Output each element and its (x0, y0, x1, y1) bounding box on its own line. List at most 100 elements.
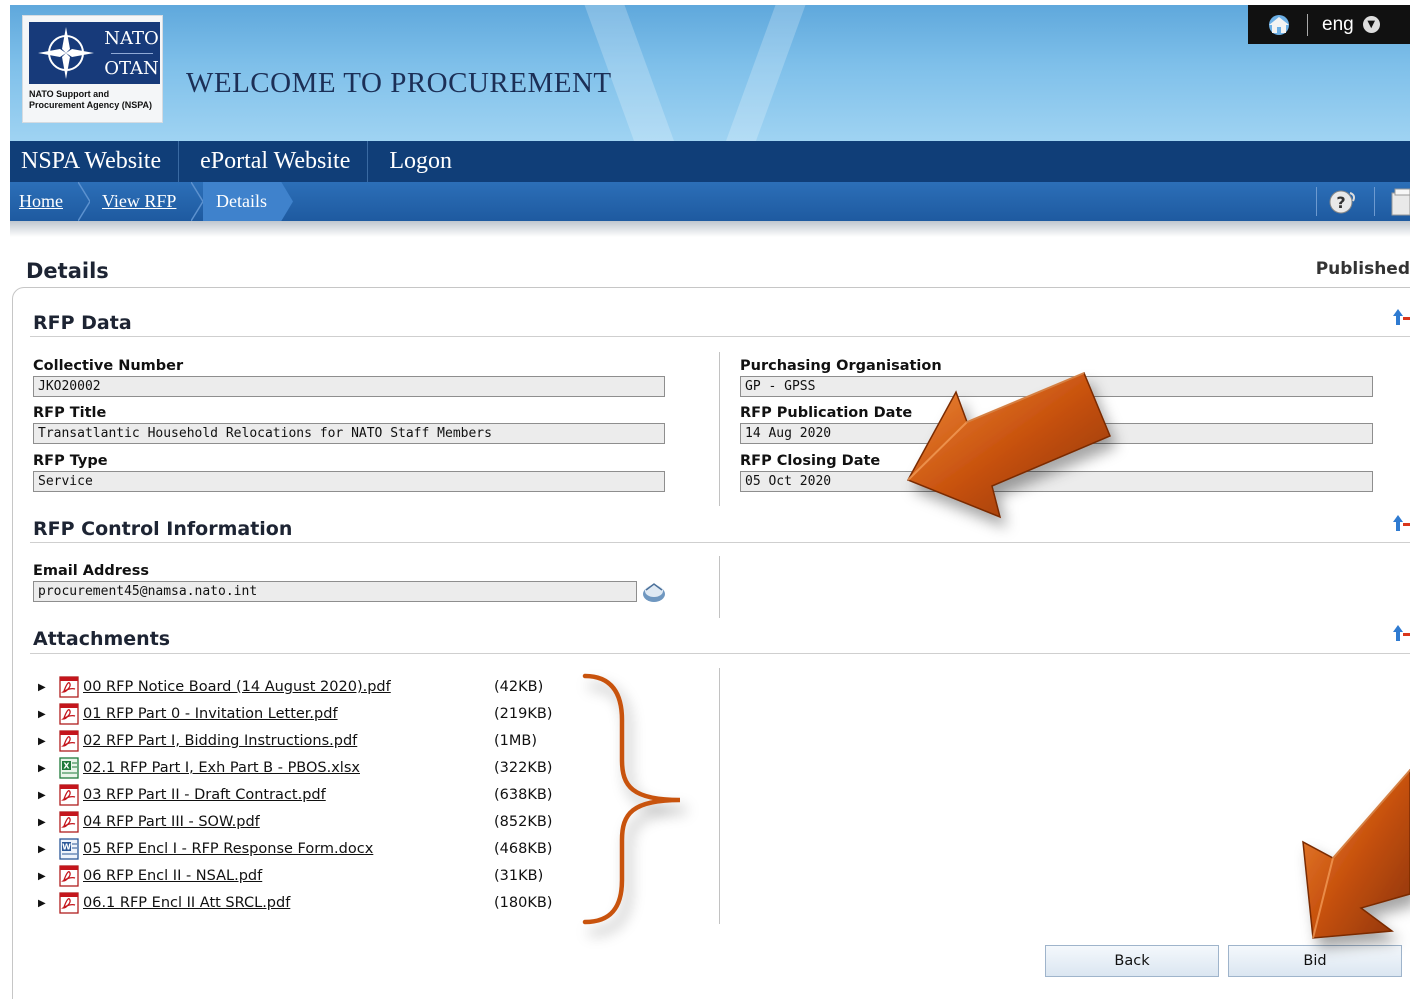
collapse-section-icon[interactable] (1392, 307, 1410, 327)
nav-logon[interactable]: Logon (367, 141, 469, 182)
purchasing-org-label: Purchasing Organisation (740, 358, 942, 374)
expand-arrow-icon[interactable]: ▶ (38, 898, 46, 909)
toolbar-separator (1374, 187, 1375, 216)
pdf-icon (58, 892, 81, 914)
attachment-link[interactable]: 01 RFP Part 0 - Invitation Letter.pdf (83, 706, 338, 722)
expand-arrow-icon[interactable]: ▶ (38, 709, 46, 720)
expand-arrow-icon[interactable]: ▶ (38, 682, 46, 693)
attachment-row[interactable]: ▶ X 02.1 RFP Part I, Exh Part B - PBOS.xls… (38, 756, 578, 780)
page-title: Details (26, 259, 109, 283)
logo-caption: NATO Support and Procurement Agency (NSP… (29, 89, 153, 110)
closing-date-label: RFP Closing Date (740, 453, 881, 469)
breadcrumb-details: Details (216, 191, 267, 211)
expand-arrow-icon[interactable]: ▶ (38, 763, 46, 774)
attachment-link[interactable]: 04 RFP Part III - SOW.pdf (83, 814, 260, 830)
attachment-row[interactable]: ▶ 03 RFP Part II - Draft Contract.pdf (638… (38, 783, 578, 807)
attachment-link[interactable]: 05 RFP Encl I - RFP Response Form.docx (83, 841, 373, 857)
attachment-size: (42KB) (494, 679, 544, 695)
attachment-link[interactable]: 03 RFP Part II - Draft Contract.pdf (83, 787, 326, 803)
collapse-section-icon[interactable] (1392, 513, 1410, 533)
collective-number-field[interactable]: JKO20002 (33, 376, 665, 397)
email-field[interactable]: procurement45@namsa.nato.int (33, 581, 637, 602)
collapse-section-icon[interactable] (1392, 623, 1410, 643)
publication-date-label: RFP Publication Date (740, 405, 913, 421)
breadcrumb-view-rfp[interactable]: View RFP (102, 182, 176, 221)
header-banner: NATO OTAN NATO Support and Procurement A… (10, 5, 1410, 141)
rfp-title-label: RFP Title (33, 405, 107, 421)
attachment-size: (1MB) (494, 733, 537, 749)
language-separator (1307, 13, 1308, 36)
attachment-link[interactable]: 06.1 RFP Encl II Att SRCL.pdf (83, 895, 290, 911)
logo-nato-text: NATO (104, 27, 159, 49)
section-heading-attachments: Attachments (33, 628, 171, 650)
send-email-icon[interactable] (640, 580, 668, 604)
bid-button[interactable]: Bid (1228, 945, 1402, 977)
breadcrumb: Home View RFP Details ? (10, 182, 1410, 221)
expand-arrow-icon[interactable]: ▶ (38, 871, 46, 882)
nspa-logo[interactable]: NATO OTAN NATO Support and Procurement A… (22, 15, 163, 123)
pdf-icon (58, 811, 81, 833)
section-heading-control-info: RFP Control Information (33, 518, 293, 540)
expand-arrow-icon[interactable]: ▶ (38, 817, 46, 828)
section-heading-rfp-data: RFP Data (33, 312, 132, 334)
expand-arrow-icon[interactable]: ▶ (38, 790, 46, 801)
attachment-size: (180KB) (494, 895, 553, 911)
back-button[interactable]: Back (1045, 945, 1219, 977)
main-nav: NSPA Website ePortal Website Logon (10, 141, 1410, 182)
attachment-size: (322KB) (494, 760, 553, 776)
publication-date-field[interactable]: 14 Aug 2020 (740, 423, 1373, 444)
attachment-row[interactable]: ▶ 00 RFP Notice Board (14 August 2020).pd… (38, 675, 578, 699)
attachment-link[interactable]: 06 RFP Encl II - NSAL.pdf (83, 868, 262, 884)
attachment-row[interactable]: ▶ 04 RFP Part III - SOW.pdf (852KB) (38, 810, 578, 834)
attachment-size: (638KB) (494, 787, 553, 803)
attachment-size: (31KB) (494, 868, 544, 884)
pdf-icon (58, 784, 81, 806)
rfp-type-field[interactable]: Service (33, 471, 665, 492)
pdf-icon (58, 730, 81, 752)
attachment-row[interactable]: ▶ 06 RFP Encl II - NSAL.pdf (31KB) (38, 864, 578, 888)
attachment-row[interactable]: ▶ 06.1 RFP Encl II Att SRCL.pdf (180KB) (38, 891, 578, 915)
nato-otan-wordmark: NATO OTAN (103, 22, 160, 84)
breadcrumb-home[interactable]: Home (19, 182, 63, 221)
site-title: WELCOME TO PROCUREMENT (186, 67, 612, 99)
banner-decoration (724, 5, 806, 141)
attachment-row[interactable]: ▶ 01 RFP Part 0 - Invitation Letter.pdf (2… (38, 702, 578, 726)
language-selector[interactable]: eng (1322, 14, 1354, 36)
column-divider (719, 668, 720, 924)
toolbar-separator (1316, 187, 1317, 216)
expand-arrow-icon[interactable]: ▶ (38, 844, 46, 855)
attachment-link[interactable]: 02 RFP Part I, Bidding Instructions.pdf (83, 733, 357, 749)
rfp-type-label: RFP Type (33, 453, 108, 469)
logo-otan-text: OTAN (104, 57, 159, 79)
attachment-size: (852KB) (494, 814, 553, 830)
attachment-row[interactable]: ▶ W 05 RFP Encl I - RFP Response Form.docx… (38, 837, 578, 861)
status-label: Published (1315, 259, 1410, 279)
svg-text:?: ? (1336, 193, 1345, 212)
nav-eportal-website[interactable]: ePortal Website (178, 141, 367, 182)
header-shadow (10, 221, 1410, 237)
svg-text:X: X (63, 762, 70, 771)
section-divider (30, 653, 1410, 654)
email-label: Email Address (33, 563, 150, 579)
rfp-title-field[interactable]: Transatlantic Household Relocations for … (33, 423, 665, 444)
svg-text:W: W (62, 843, 71, 852)
closing-date-field[interactable]: 05 Oct 2020 (740, 471, 1373, 492)
attachment-row[interactable]: ▶ 02 RFP Part I, Bidding Instructions.pdf… (38, 729, 578, 753)
collective-number-label: Collective Number (33, 358, 184, 374)
excel-icon: X (58, 757, 81, 779)
help-icon[interactable]: ? (1328, 186, 1358, 217)
pdf-icon (58, 703, 81, 725)
chevron-down-icon[interactable]: ▼ (1362, 16, 1380, 33)
purchasing-org-field[interactable]: GP - GPSS (740, 376, 1373, 397)
manual-icon[interactable] (1390, 186, 1410, 217)
expand-arrow-icon[interactable]: ▶ (38, 736, 46, 747)
attachment-size: (468KB) (494, 841, 553, 857)
nato-star-icon (29, 22, 103, 84)
home-icon[interactable] (1266, 14, 1292, 36)
attachment-size: (219KB) (494, 706, 553, 722)
breadcrumb-separator (78, 182, 90, 221)
attachment-link[interactable]: 02.1 RFP Part I, Exh Part B - PBOS.xlsx (83, 760, 360, 776)
attachment-link[interactable]: 00 RFP Notice Board (14 August 2020).pdf (83, 679, 391, 695)
breadcrumb-separator (191, 182, 203, 221)
nav-nspa-website[interactable]: NSPA Website (10, 141, 178, 182)
